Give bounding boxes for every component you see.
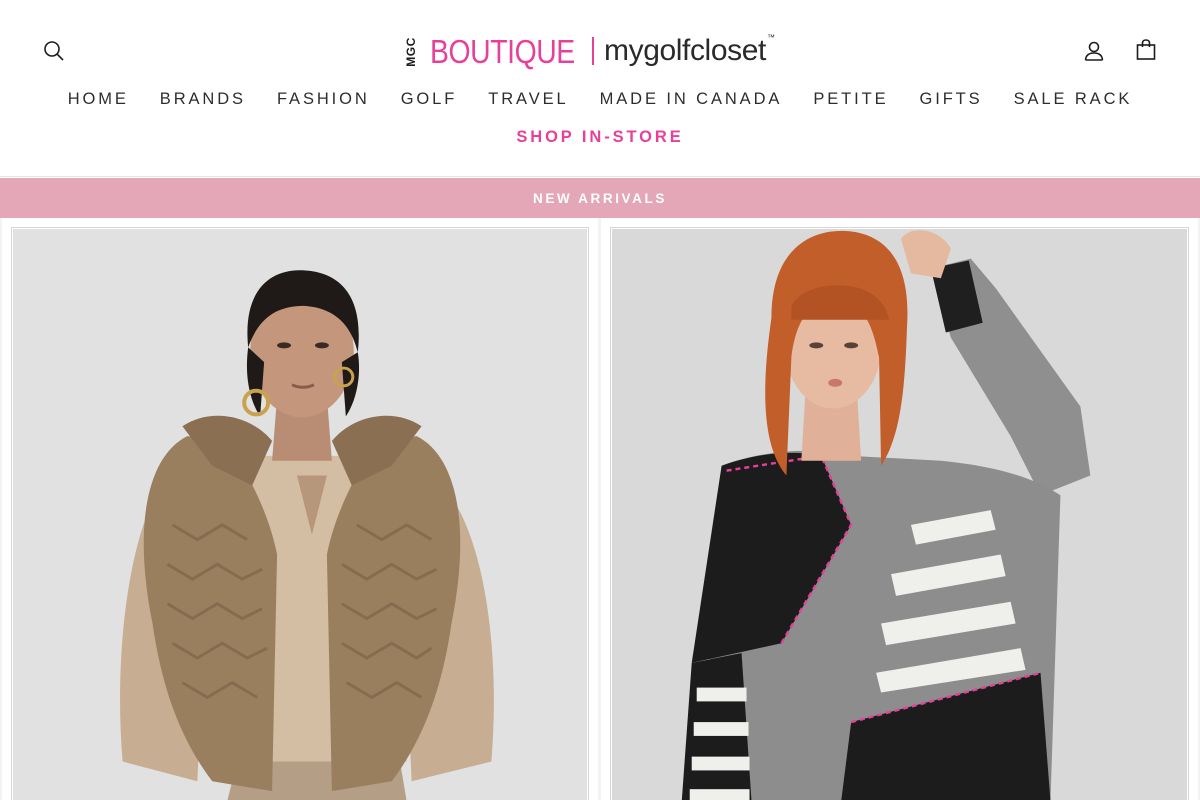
logo-divider xyxy=(592,37,594,65)
product-card[interactable] xyxy=(2,218,598,800)
banner-label: NEW ARRIVALS xyxy=(533,190,667,206)
shopping-bag-icon[interactable] xyxy=(1129,33,1163,67)
nav-item-sale-rack[interactable]: SALE RACK xyxy=(1014,90,1133,109)
user-icon[interactable] xyxy=(1077,34,1111,68)
site-logo[interactable]: MGC BOUTIQUE mygolfcloset™ xyxy=(402,28,775,74)
product-card[interactable] xyxy=(601,218,1198,800)
nav-item-travel[interactable]: TRAVEL xyxy=(488,90,568,109)
main-nav: HOME BRANDS FASHION GOLF TRAVEL MADE IN … xyxy=(0,90,1200,109)
search-icon[interactable] xyxy=(37,34,71,68)
nav-item-made-in-canada[interactable]: MADE IN CANADA xyxy=(600,90,783,109)
nav-item-gifts[interactable]: GIFTS xyxy=(919,90,982,109)
logo-mgc-mark: MGC xyxy=(403,37,418,67)
new-arrivals-banner[interactable]: NEW ARRIVALS xyxy=(0,178,1200,218)
logo-brand-text: mygolfcloset™ xyxy=(604,33,775,67)
nav-item-golf[interactable]: GOLF xyxy=(401,90,458,109)
product-grid xyxy=(0,218,1200,800)
product-image-striped-sweater[interactable] xyxy=(610,227,1189,800)
site-header: MGC BOUTIQUE mygolfcloset™ HOME BRANDS F… xyxy=(0,0,1200,177)
secondary-nav: SHOP IN-STORE xyxy=(0,128,1200,147)
nav-item-shop-in-store[interactable]: SHOP IN-STORE xyxy=(516,128,683,146)
nav-item-petite[interactable]: PETITE xyxy=(813,90,888,109)
nav-item-brands[interactable]: BRANDS xyxy=(160,90,246,109)
logo-boutique-text: BOUTIQUE xyxy=(430,32,575,70)
nav-item-home[interactable]: HOME xyxy=(68,90,129,109)
product-image-fur-vest[interactable] xyxy=(11,227,589,800)
nav-item-fashion[interactable]: FASHION xyxy=(277,90,370,109)
